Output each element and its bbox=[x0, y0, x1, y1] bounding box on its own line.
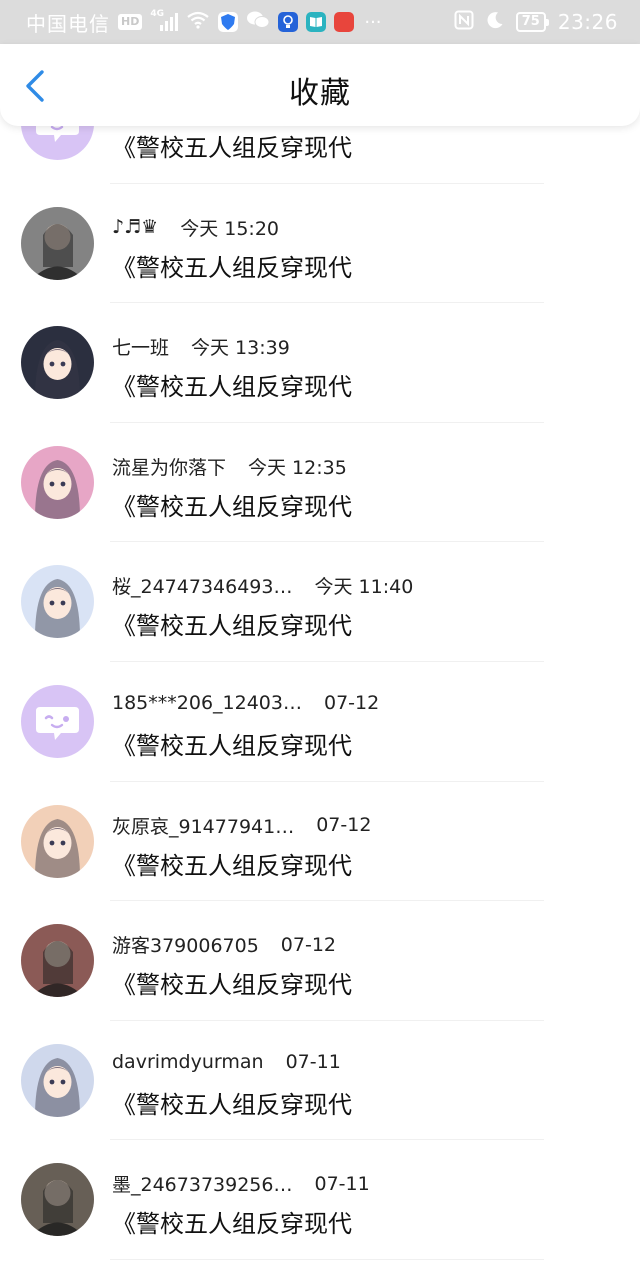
list-item-8[interactable]: 游客379006705 07-12 《警校五人组反穿现代 bbox=[0, 901, 640, 1021]
username: 游客379006705 bbox=[112, 935, 259, 958]
username: ♪♬♛ bbox=[112, 216, 159, 239]
avatar[interactable] bbox=[21, 326, 94, 400]
nfc-icon bbox=[454, 10, 474, 35]
book-app-icon bbox=[306, 12, 327, 32]
item-meta: 墨_24673739256… 07-11 bbox=[112, 1170, 370, 1197]
item-meta: 灰原哀_91477941… 07-12 bbox=[112, 812, 371, 839]
timestamp: 今天 12:35 bbox=[248, 456, 347, 479]
item-meta: 流星为你落下 今天 12:35 bbox=[112, 453, 347, 480]
list-item-1[interactable]: 张文卓-怡梦 今天 21:06 《警校五人组反穿现代 bbox=[0, 126, 640, 184]
timestamp: 今天 15:20 bbox=[180, 217, 279, 240]
wifi-icon bbox=[186, 11, 210, 34]
battery-icon: 75 bbox=[515, 12, 549, 32]
item-title: 《警校五人组反穿现代 bbox=[112, 253, 352, 282]
list-item-6[interactable]: 185***206_12403… 07-12 《警校五人组反穿现代 bbox=[0, 662, 640, 782]
list-item-9[interactable]: davrimdyurman 07-11 《警校五人组反穿现代 bbox=[0, 1021, 640, 1141]
status-bar: 中国电信 HD 4G ··· 75 23:26 bbox=[0, 0, 640, 44]
item-title: 《警校五人组反穿现代 bbox=[112, 373, 352, 402]
avatar[interactable] bbox=[21, 1043, 94, 1117]
list-item-4[interactable]: 流星为你落下 今天 12:35 《警校五人组反穿现代 bbox=[0, 423, 640, 543]
avatar[interactable] bbox=[21, 445, 94, 519]
carrier-label: 中国电信 bbox=[26, 11, 110, 36]
navigation-bar: 收藏 bbox=[0, 44, 640, 126]
item-title: 《警校五人组反穿现代 bbox=[112, 1090, 352, 1119]
username: 185***206_12403… bbox=[112, 691, 302, 714]
avatar[interactable] bbox=[21, 924, 94, 998]
timestamp: 今天 13:39 bbox=[191, 337, 290, 360]
timestamp: 07-11 bbox=[314, 1172, 370, 1195]
list-item-10[interactable]: 墨_24673739256… 07-11 《警校五人组反穿现代 bbox=[0, 1140, 640, 1260]
favorites-list[interactable]: 张文卓-怡梦 今天 21:06 《警校五人组反穿现代 ♪♬♛ 今天 15:20 … bbox=[0, 126, 640, 1280]
username: 流星为你落下 bbox=[112, 456, 227, 479]
avatar[interactable] bbox=[21, 1163, 94, 1237]
timestamp: 07-12 bbox=[316, 814, 372, 837]
moon-icon bbox=[486, 11, 504, 34]
username: 灰原哀_91477941… bbox=[112, 815, 295, 838]
shield-app-icon bbox=[218, 12, 239, 32]
item-title: 《警校五人组反穿现代 bbox=[112, 134, 352, 162]
username: 桜_24747346493… bbox=[112, 576, 293, 599]
item-title: 《警校五人组反穿现代 bbox=[112, 731, 352, 760]
avatar[interactable] bbox=[21, 804, 94, 878]
avatar[interactable] bbox=[21, 206, 94, 280]
item-meta: ♪♬♛ 今天 15:20 bbox=[112, 214, 279, 241]
list-item-2[interactable]: ♪♬♛ 今天 15:20 《警校五人组反穿现代 bbox=[0, 184, 640, 304]
item-meta: 185***206_12403… 07-12 bbox=[112, 692, 379, 714]
avatar[interactable] bbox=[21, 565, 94, 639]
page-title: 收藏 bbox=[289, 76, 351, 111]
username: 七一班 bbox=[112, 337, 170, 360]
list-item-3[interactable]: 七一班 今天 13:39 《警校五人组反穿现代 bbox=[0, 303, 640, 423]
item-meta: 桜_24747346493… 今天 11:40 bbox=[112, 572, 413, 599]
item-title: 《警校五人组反穿现代 bbox=[112, 971, 352, 1000]
item-meta: davrimdyurman 07-11 bbox=[112, 1051, 341, 1073]
timestamp: 07-12 bbox=[280, 933, 337, 956]
wechat-icon bbox=[246, 10, 270, 35]
clock: 23:26 bbox=[557, 10, 618, 34]
timestamp: 07-12 bbox=[323, 691, 380, 714]
item-title: 《警校五人组反穿现代 bbox=[112, 492, 352, 521]
favorites-list-inner: 张文卓-怡梦 今天 21:06 《警校五人组反穿现代 ♪♬♛ 今天 15:20 … bbox=[0, 126, 640, 1260]
item-title: 《警校五人组反穿现代 bbox=[112, 851, 352, 880]
signal-icon: 4G bbox=[150, 9, 179, 31]
bulb-app-icon bbox=[278, 12, 299, 32]
hd-badge: HD bbox=[118, 14, 143, 30]
item-title: 《警校五人组反穿现代 bbox=[112, 1210, 352, 1239]
list-item-7[interactable]: 灰原哀_91477941… 07-12 《警校五人组反穿现代 bbox=[0, 782, 640, 902]
timestamp: 今天 11:40 bbox=[314, 576, 414, 599]
username: 墨_24673739256… bbox=[112, 1174, 293, 1197]
item-meta: 游客379006705 07-12 bbox=[112, 931, 336, 958]
avatar[interactable] bbox=[21, 684, 94, 758]
network-type-label: 4G bbox=[150, 9, 164, 19]
red-app-icon bbox=[334, 12, 355, 32]
list-item-5[interactable]: 桜_24747346493… 今天 11:40 《警校五人组反穿现代 bbox=[0, 542, 640, 662]
username: davrimdyurman bbox=[112, 1050, 264, 1073]
avatar[interactable] bbox=[21, 126, 94, 160]
item-title: 《警校五人组反穿现代 bbox=[112, 612, 352, 641]
item-meta: 七一班 今天 13:39 bbox=[112, 333, 290, 360]
timestamp: 07-11 bbox=[285, 1050, 341, 1073]
more-icon: ··· bbox=[364, 11, 382, 33]
